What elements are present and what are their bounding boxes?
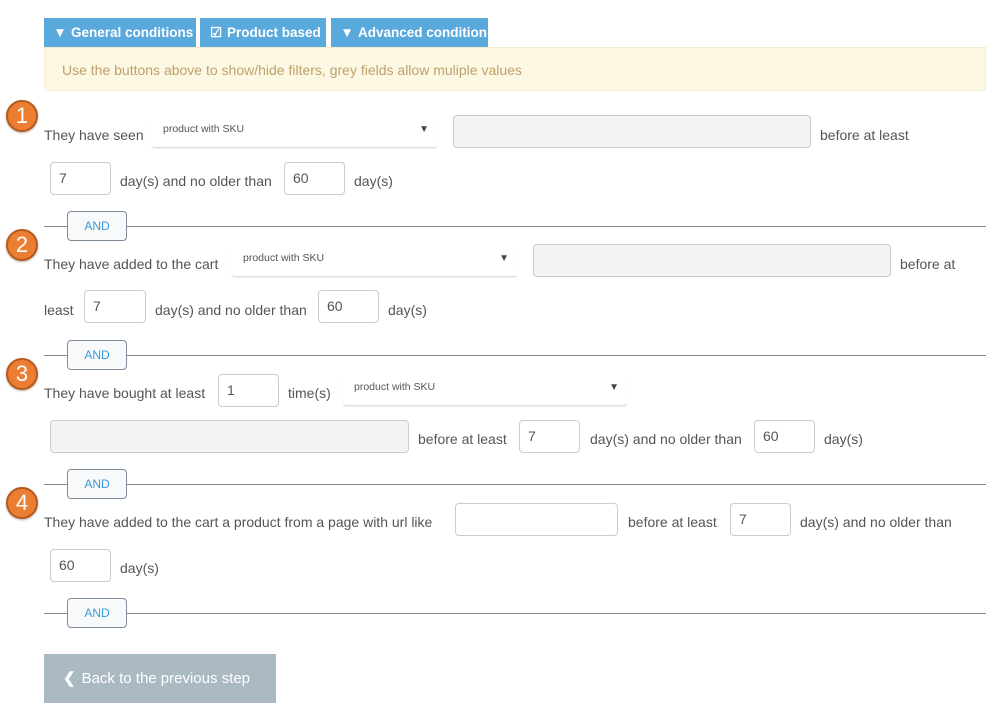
- tab-advanced-condition[interactable]: ▼ Advanced condition: [331, 18, 488, 47]
- step-badge-2: 2: [6, 229, 38, 261]
- divider: [44, 226, 986, 227]
- step-badge-4: 4: [6, 487, 38, 519]
- step-badge-3: 3: [6, 358, 38, 390]
- before-label: before at least: [820, 127, 909, 143]
- sku-input[interactable]: [50, 420, 409, 453]
- sku-input[interactable]: [533, 244, 891, 277]
- chevron-left-icon: ❮: [63, 670, 76, 687]
- and-button[interactable]: AND: [67, 340, 127, 370]
- mid-label: day(s) and no older than: [155, 302, 307, 318]
- dropdown-arrow-icon: ▼: [419, 124, 429, 135]
- tab-product-based[interactable]: ☑ Product based: [200, 18, 326, 47]
- dropdown-arrow-icon: ▼: [499, 253, 509, 264]
- condition-label: They have bought at least: [44, 385, 206, 401]
- days-label: day(s): [388, 302, 427, 318]
- before-label-cont: least: [44, 302, 74, 318]
- back-button[interactable]: ❮ Back to the previous step: [44, 654, 276, 703]
- product-select[interactable]: product with SKU ▼: [343, 375, 627, 406]
- max-days-input[interactable]: 60: [284, 162, 345, 195]
- times-input[interactable]: 1: [218, 374, 279, 407]
- and-button[interactable]: AND: [67, 211, 127, 241]
- condition-label: They have added to the cart: [44, 256, 219, 272]
- before-label: before at least: [628, 514, 717, 530]
- dropdown-arrow-icon: ▼: [609, 382, 619, 393]
- before-label: before at least: [418, 431, 507, 447]
- mid-label: day(s) and no older than: [590, 431, 742, 447]
- and-button[interactable]: AND: [67, 598, 127, 628]
- filter-icon: ▼: [340, 25, 354, 40]
- tab-general-conditions[interactable]: ▼ General conditions: [44, 18, 196, 47]
- product-select[interactable]: product with SKU ▼: [232, 246, 517, 277]
- step-badge-1: 1: [6, 100, 38, 132]
- max-days-input[interactable]: 60: [318, 290, 379, 323]
- before-label: before at: [900, 256, 956, 272]
- url-input[interactable]: [455, 503, 618, 536]
- mid-label: day(s) and no older than: [800, 514, 952, 530]
- days-label: day(s): [824, 431, 863, 447]
- max-days-input[interactable]: 60: [50, 549, 111, 582]
- filter-icon: ▼: [53, 25, 67, 40]
- divider: [44, 613, 986, 614]
- sku-input[interactable]: [453, 115, 811, 148]
- min-days-input[interactable]: 7: [50, 162, 111, 195]
- condition-label: They have seen: [44, 127, 144, 143]
- and-button[interactable]: AND: [67, 469, 127, 499]
- info-alert: Use the buttons above to show/hide filte…: [44, 47, 986, 91]
- days-label: day(s): [120, 560, 159, 576]
- mid-label: day(s) and no older than: [120, 173, 272, 189]
- product-select[interactable]: product with SKU ▼: [152, 117, 437, 148]
- min-days-input[interactable]: 7: [84, 290, 146, 323]
- min-days-input[interactable]: 7: [519, 420, 580, 453]
- checkbox-icon: ☑: [209, 25, 223, 40]
- divider: [44, 355, 986, 356]
- max-days-input[interactable]: 60: [754, 420, 815, 453]
- min-days-input[interactable]: 7: [730, 503, 791, 536]
- days-label: day(s): [354, 173, 393, 189]
- times-label: time(s): [288, 385, 331, 401]
- condition-label: They have added to the cart a product fr…: [44, 514, 433, 530]
- divider: [44, 484, 986, 485]
